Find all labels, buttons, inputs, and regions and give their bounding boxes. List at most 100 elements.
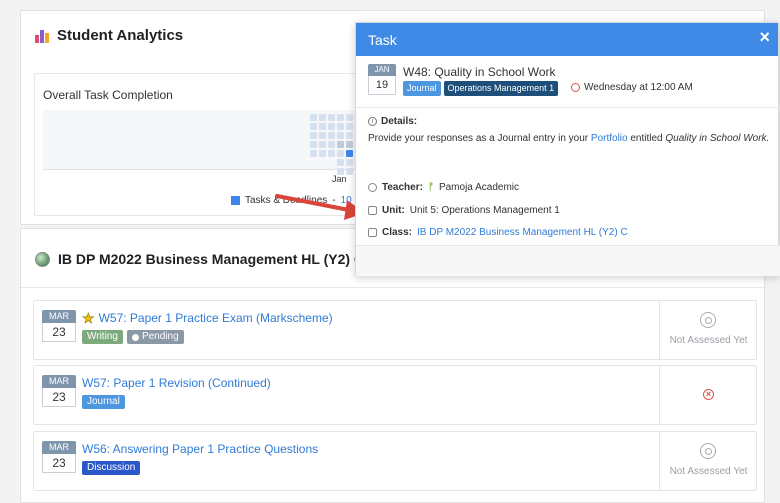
tag-journal: Journal bbox=[82, 395, 125, 409]
modal-details-label: i Details: bbox=[368, 116, 417, 127]
modal-title: Task bbox=[368, 32, 397, 48]
class-icon bbox=[368, 228, 377, 237]
teacher-label: Teacher: bbox=[382, 182, 423, 193]
modal-date-month: JAN bbox=[368, 64, 396, 76]
task-title-link[interactable]: W57: Paper 1 Practice Exam (Markscheme) bbox=[99, 311, 333, 325]
task-date-month: MAR bbox=[42, 441, 76, 454]
course-title[interactable]: IB DP M2022 Business Management HL (Y2) … bbox=[58, 251, 364, 267]
task-date-month: MAR bbox=[42, 310, 76, 323]
heatmap-cell[interactable] bbox=[319, 132, 326, 139]
modal-task-date: JAN 19 bbox=[368, 64, 396, 95]
bar-chart-icon bbox=[35, 29, 49, 43]
task-modal: Task × JAN 19 W48: Quality in School Wor… bbox=[355, 22, 780, 276]
heatmap-cell[interactable] bbox=[346, 150, 353, 157]
task-date: MAR 23 bbox=[42, 375, 76, 407]
modal-task-title: W48: Quality in School Work bbox=[403, 65, 556, 79]
task-title-wrap: W57: Paper 1 Revision (Continued) bbox=[82, 376, 271, 390]
heatmap-cell[interactable] bbox=[337, 114, 344, 121]
modal-details-text: Provide your responses as a Journal entr… bbox=[368, 133, 769, 144]
assessment-status-text: Not Assessed Yet bbox=[669, 466, 748, 477]
task-date: MAR 23 bbox=[42, 441, 76, 473]
modal-teacher-row: Teacher: ᚠ Pamoja Academic bbox=[368, 182, 519, 193]
modal-unit-row: Unit: Unit 5: Operations Management 1 bbox=[368, 205, 560, 216]
chart-title: Overall Task Completion bbox=[43, 88, 173, 102]
modal-header: Task × bbox=[356, 23, 778, 56]
clock-status-icon bbox=[700, 312, 716, 328]
task-title-wrap: W56: Answering Paper 1 Practice Question… bbox=[82, 442, 318, 456]
pending-dot-icon bbox=[131, 333, 139, 341]
heatmap-cell[interactable] bbox=[310, 132, 317, 139]
task-tags: Writing Pending bbox=[82, 330, 184, 344]
task-row[interactable]: MAR 23 ★ W57: Paper 1 Practice Exam (Mar… bbox=[33, 300, 757, 360]
assessment-status-text: Not Assessed Yet bbox=[669, 335, 748, 346]
unit-icon bbox=[368, 206, 377, 215]
tag-journal: Journal bbox=[403, 81, 441, 96]
heatmap-cell[interactable] bbox=[346, 114, 353, 121]
heatmap-cell[interactable] bbox=[328, 123, 335, 130]
tag-discussion: Discussion bbox=[82, 461, 141, 475]
course-divider bbox=[21, 287, 766, 288]
heatmap-cell[interactable] bbox=[337, 141, 344, 148]
heatmap-cell[interactable] bbox=[346, 123, 353, 130]
heatmap-cell[interactable] bbox=[310, 150, 317, 157]
modal-task-tags: Journal Operations Management 1 bbox=[403, 81, 559, 96]
task-date-day: 23 bbox=[42, 323, 76, 342]
heatmap-cell[interactable] bbox=[328, 114, 335, 121]
modal-due-time: Wednesday at 12:00 AM bbox=[571, 82, 693, 93]
task-date: MAR 23 bbox=[42, 310, 76, 342]
task-date-day: 23 bbox=[42, 454, 76, 473]
heatmap-cell[interactable] bbox=[337, 159, 344, 166]
class-link[interactable]: IB DP M2022 Business Management HL (Y2) … bbox=[417, 227, 628, 238]
portfolio-link[interactable]: Portfolio bbox=[591, 133, 628, 144]
heatmap-cell[interactable] bbox=[337, 123, 344, 130]
clock-icon bbox=[571, 83, 580, 92]
teacher-icon bbox=[368, 183, 377, 192]
class-label: Class: bbox=[382, 227, 413, 238]
heatmap-cell[interactable] bbox=[346, 159, 353, 166]
task-row[interactable]: MAR 23 W57: Paper 1 Revision (Continued)… bbox=[33, 365, 757, 425]
details-middle: entitled bbox=[630, 133, 663, 144]
missing-x-icon: × bbox=[703, 389, 714, 400]
heatmap-cell[interactable] bbox=[310, 123, 317, 130]
task-title-link[interactable]: W56: Answering Paper 1 Practice Question… bbox=[82, 442, 318, 456]
unit-value: Unit 5: Operations Management 1 bbox=[409, 205, 560, 216]
pamoja-logo-icon: ᚠ bbox=[427, 182, 434, 193]
heatmap-cell[interactable] bbox=[319, 114, 326, 121]
assessment-status: Not Assessed Yet bbox=[659, 301, 756, 359]
teacher-value: Pamoja Academic bbox=[438, 182, 519, 193]
heatmap-cell[interactable] bbox=[310, 114, 317, 121]
clock-status-icon bbox=[700, 443, 716, 459]
unit-label: Unit: bbox=[382, 205, 405, 216]
tag-pending: Pending bbox=[126, 330, 184, 344]
task-row[interactable]: MAR 23 W56: Answering Paper 1 Practice Q… bbox=[33, 431, 757, 491]
task-title-link[interactable]: W57: Paper 1 Revision (Continued) bbox=[82, 376, 271, 390]
legend-swatch-tasks bbox=[231, 196, 240, 205]
heatmap-cell[interactable] bbox=[337, 132, 344, 139]
heatmap-cell[interactable] bbox=[346, 132, 353, 139]
task-tags: Journal bbox=[82, 395, 125, 409]
heatmap-cell[interactable] bbox=[346, 141, 353, 148]
heatmap-cell[interactable] bbox=[328, 150, 335, 157]
heatmap-cell[interactable] bbox=[319, 141, 326, 148]
details-prefix: Provide your responses as a Journal entr… bbox=[368, 133, 589, 144]
heatmap-cell[interactable] bbox=[337, 150, 344, 157]
task-date-month: MAR bbox=[42, 375, 76, 388]
heatmap-cell[interactable] bbox=[328, 132, 335, 139]
heatmap-cell[interactable] bbox=[310, 141, 317, 148]
modal-date-day: 19 bbox=[368, 76, 396, 95]
heatmap-cell[interactable] bbox=[319, 123, 326, 130]
student-analytics-header: Student Analytics bbox=[35, 27, 183, 44]
star-icon[interactable]: ★ bbox=[82, 311, 95, 326]
heatmap-cell[interactable] bbox=[328, 141, 335, 148]
heatmap-cell[interactable] bbox=[346, 168, 353, 175]
details-label-text: Details: bbox=[381, 116, 418, 127]
info-icon: i bbox=[368, 117, 377, 126]
heatmap-cell[interactable] bbox=[319, 150, 326, 157]
modal-due-text: Wednesday at 12:00 AM bbox=[584, 82, 693, 93]
course-globe-icon bbox=[35, 251, 50, 267]
close-icon[interactable]: × bbox=[759, 27, 770, 48]
modal-footer bbox=[356, 245, 780, 276]
course-header: IB DP M2022 Business Management HL (Y2) … bbox=[35, 251, 364, 267]
assessment-status: × bbox=[659, 366, 756, 424]
details-italic: Quality in School Work. bbox=[665, 133, 770, 144]
